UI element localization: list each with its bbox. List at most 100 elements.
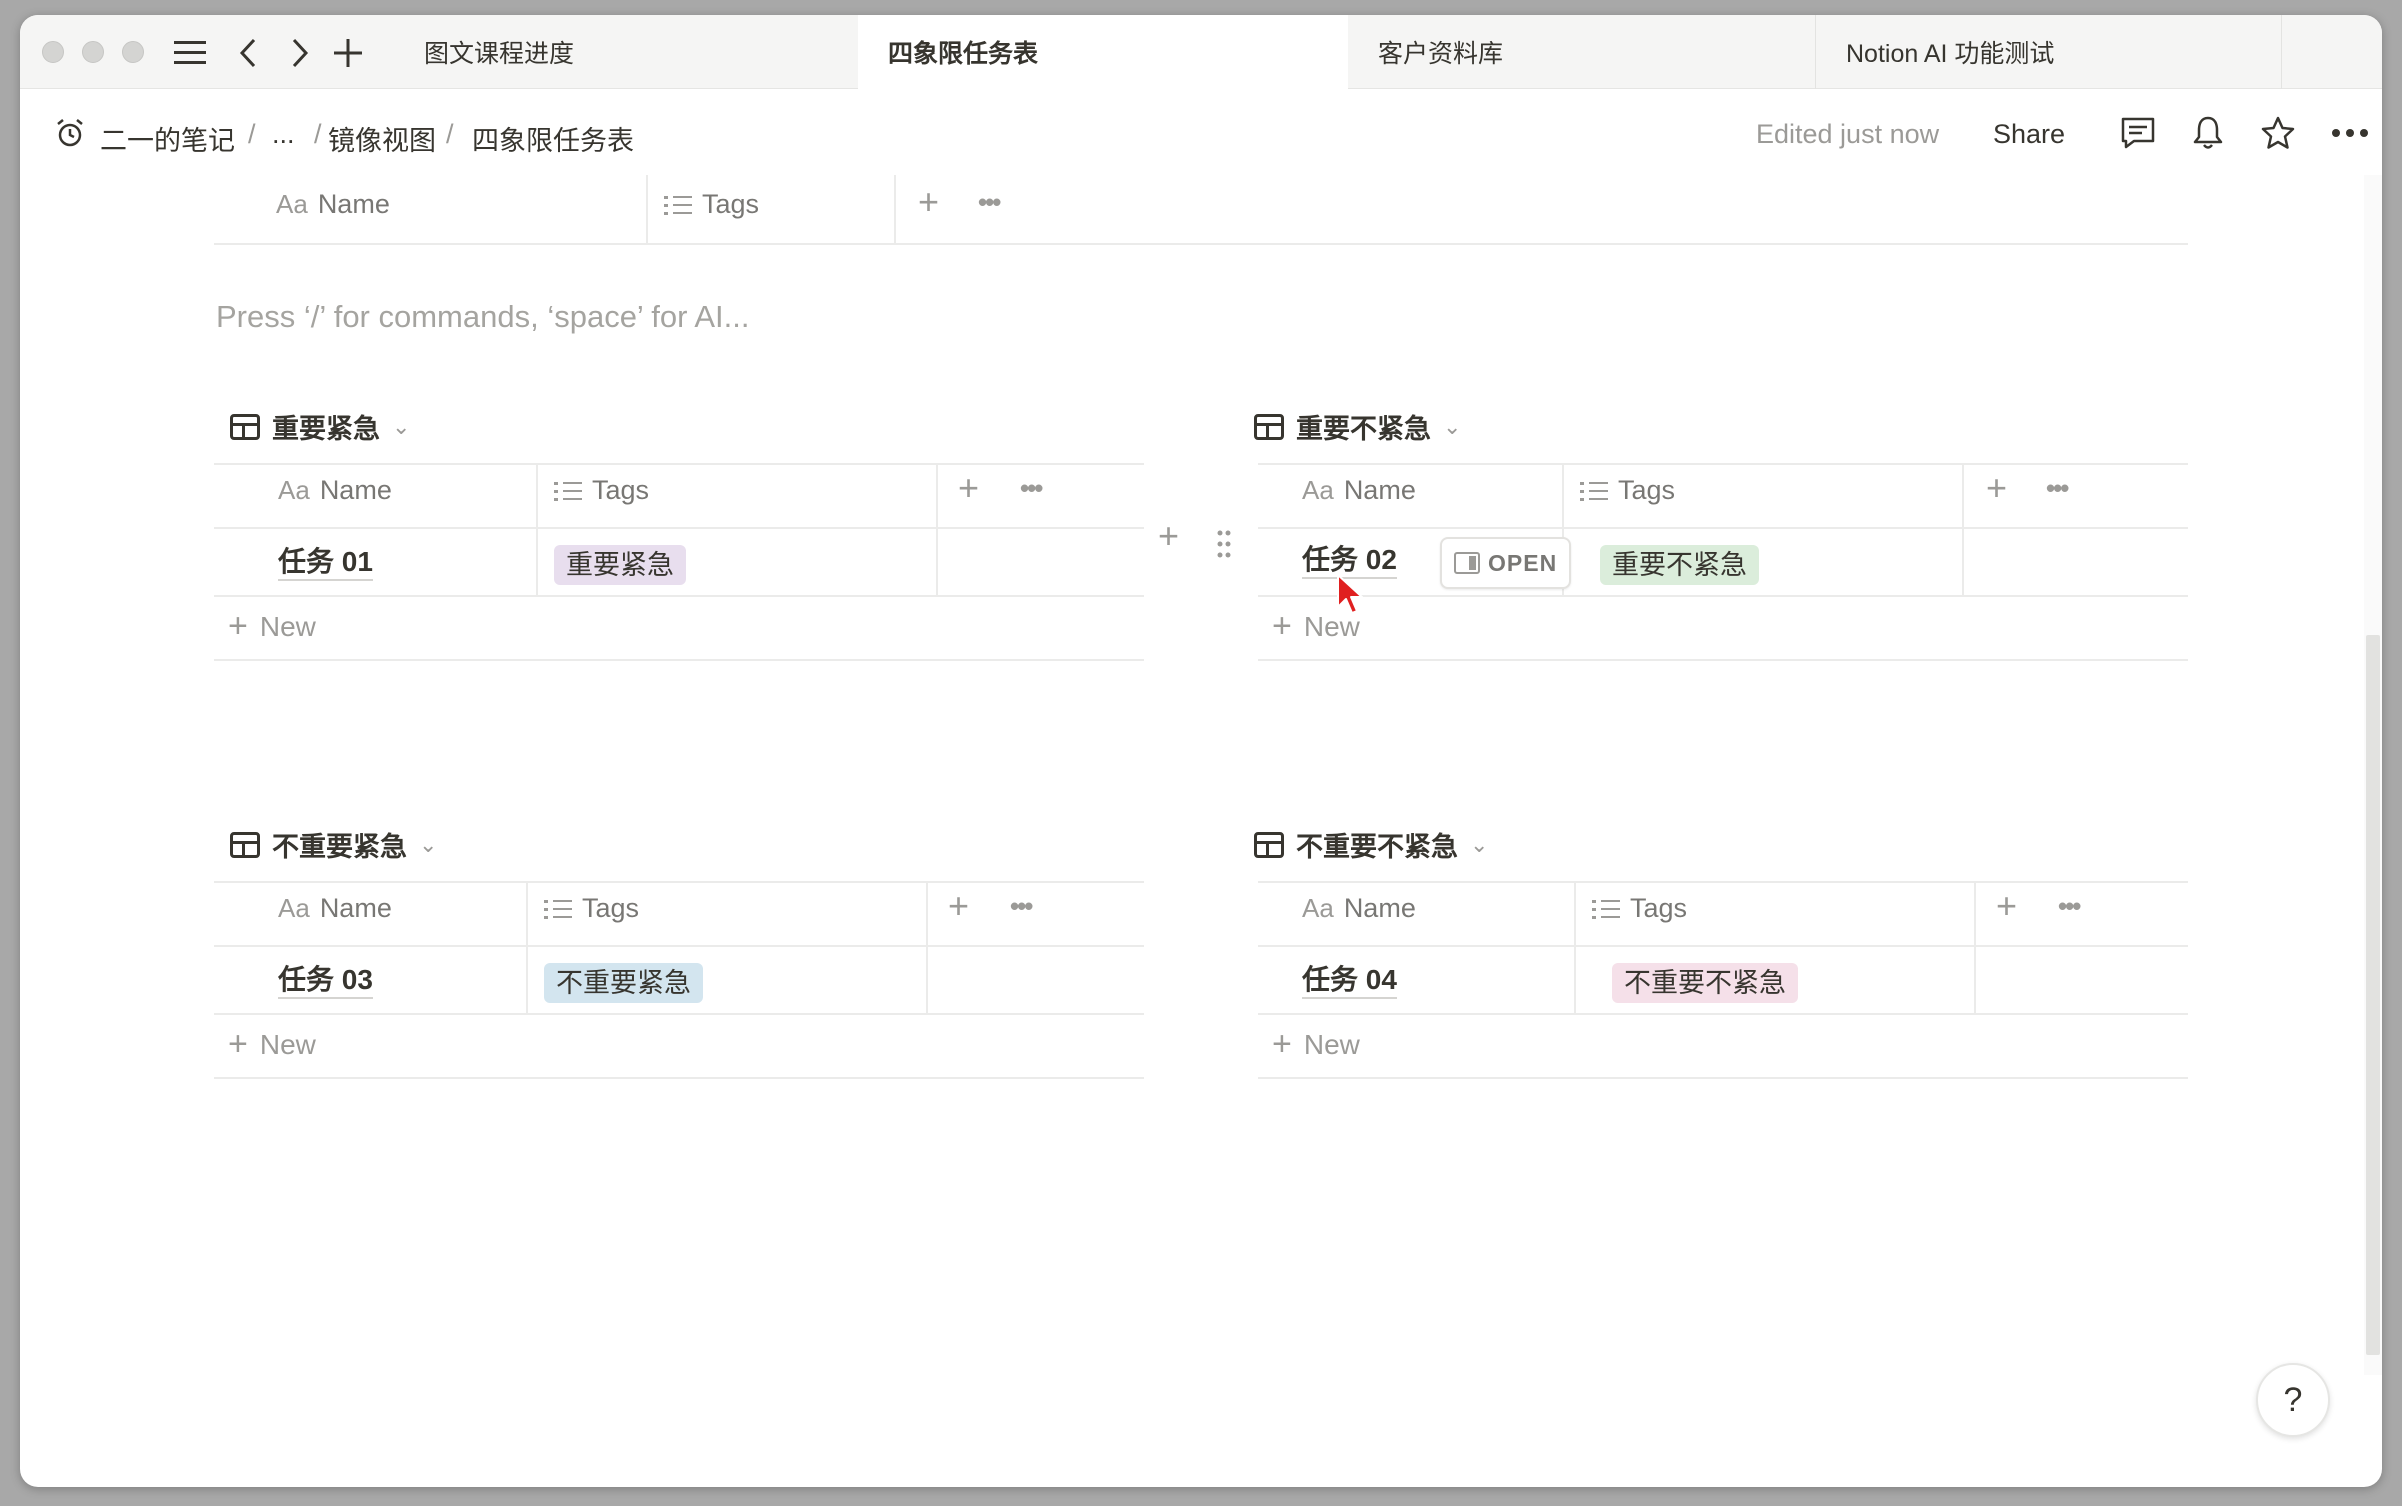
- add-property-plus-icon[interactable]: +: [1986, 467, 2007, 509]
- column-label: Name: [317, 189, 390, 219]
- divider: [1258, 881, 2188, 883]
- divider: [1258, 527, 2188, 529]
- chevron-down-icon: ⌄: [1470, 831, 1489, 857]
- column-header-name[interactable]: Aa Name: [276, 189, 390, 220]
- breadcrumb-separator: /: [314, 119, 322, 149]
- column-label: Name: [1343, 475, 1416, 505]
- tab-label: 图文课程进度: [424, 40, 575, 68]
- more-icon[interactable]: •••: [2046, 473, 2069, 504]
- help-button[interactable]: ?: [2256, 1363, 2330, 1437]
- column-label: Name: [319, 475, 392, 505]
- drag-handle-icon[interactable]: [1216, 529, 1232, 559]
- breadcrumb-current-page[interactable]: 四象限任务表: [472, 119, 634, 158]
- more-icon[interactable]: •••: [978, 187, 1001, 218]
- view-title-not-important-not-urgent[interactable]: 不重要不紧急 ⌄: [1254, 825, 1488, 864]
- view-title-label: 重要紧急: [272, 414, 380, 444]
- more-options-icon[interactable]: [2326, 109, 2374, 157]
- tab-course-progress[interactable]: 图文课程进度: [394, 15, 874, 89]
- new-row-button[interactable]: + New: [228, 607, 316, 646]
- zoom-window-button[interactable]: [122, 41, 144, 63]
- more-icon[interactable]: •••: [2058, 891, 2081, 922]
- minimize-window-button[interactable]: [82, 41, 104, 63]
- column-header-name[interactable]: Aa Name: [1302, 893, 1416, 924]
- add-row-plus-icon[interactable]: +: [1158, 515, 1179, 557]
- alarm-clock-icon[interactable]: [46, 109, 94, 157]
- divider: [1258, 659, 2188, 661]
- view-title-urgent-important[interactable]: 重要紧急 ⌄: [230, 407, 410, 446]
- add-property-plus-icon[interactable]: +: [918, 181, 939, 223]
- plus-icon: +: [228, 1025, 248, 1063]
- mouse-cursor-icon: [1336, 573, 1366, 617]
- sidebar-menu-icon[interactable]: [170, 33, 210, 73]
- bell-icon[interactable]: [2184, 109, 2232, 157]
- multi-select-icon: [554, 480, 582, 502]
- view-title-label: 不重要不紧急: [1296, 832, 1458, 862]
- share-button[interactable]: Share: [1993, 119, 2065, 150]
- scrollbar-thumb[interactable]: [2366, 635, 2380, 1355]
- breadcrumb-ellipsis[interactable]: ...: [272, 119, 295, 150]
- column-header-name[interactable]: Aa Name: [278, 893, 392, 924]
- tab-quadrant-tasks[interactable]: 四象限任务表: [858, 15, 1348, 89]
- tab-label: 客户资料库: [1378, 40, 1504, 68]
- row-title-task-04[interactable]: 任务 04: [1302, 963, 1397, 999]
- tag-important-not-urgent[interactable]: 重要不紧急: [1600, 545, 1759, 585]
- tag-urgent-not-important[interactable]: 不重要紧急: [544, 963, 703, 1003]
- table-icon: [230, 831, 260, 858]
- text-property-icon: Aa: [276, 189, 308, 219]
- divider: [1258, 463, 2188, 465]
- column-divider: [1574, 881, 1576, 1015]
- row-title-task-03[interactable]: 任务 03: [278, 963, 373, 999]
- forward-arrow-icon[interactable]: [280, 33, 320, 73]
- back-arrow-icon[interactable]: [228, 33, 268, 73]
- divider: [214, 463, 1144, 465]
- view-title-urgent-not-important[interactable]: 不重要紧急 ⌄: [230, 825, 437, 864]
- column-divider: [646, 175, 648, 245]
- view-title-important-not-urgent[interactable]: 重要不紧急 ⌄: [1254, 407, 1461, 446]
- tag-urgent-important[interactable]: 重要紧急: [554, 545, 686, 585]
- text-property-icon: Aa: [278, 475, 310, 505]
- breadcrumb-workspace[interactable]: 二一的笔记: [100, 119, 235, 158]
- new-row-button[interactable]: + New: [228, 1025, 316, 1064]
- add-property-plus-icon[interactable]: +: [1996, 885, 2017, 927]
- column-header-name[interactable]: Aa Name: [1302, 475, 1416, 506]
- tab-client-database[interactable]: 客户资料库: [1348, 15, 1816, 89]
- new-row-button[interactable]: + New: [1272, 1025, 1360, 1064]
- column-label: Name: [1343, 893, 1416, 923]
- table-icon: [230, 413, 260, 440]
- column-header-tags[interactable]: Tags: [1592, 893, 1687, 924]
- star-icon[interactable]: [2254, 109, 2302, 157]
- text-property-icon: Aa: [1302, 893, 1334, 923]
- more-icon[interactable]: •••: [1020, 473, 1043, 504]
- open-in-side-peek-icon: [1454, 552, 1480, 574]
- column-header-tags[interactable]: Tags: [664, 189, 759, 220]
- tab-notion-ai-test[interactable]: Notion AI 功能测试: [1816, 15, 2282, 89]
- row-title-task-01[interactable]: 任务 01: [278, 545, 373, 581]
- column-header-name[interactable]: Aa Name: [278, 475, 392, 506]
- comment-icon[interactable]: [2114, 109, 2162, 157]
- open-page-button[interactable]: OPEN: [1440, 537, 1572, 589]
- multi-select-icon: [544, 898, 572, 920]
- more-icon[interactable]: •••: [1010, 891, 1033, 922]
- tag-not-important-not-urgent[interactable]: 不重要不紧急: [1612, 963, 1798, 1003]
- table-icon: [1254, 831, 1284, 858]
- column-divider: [1974, 881, 1976, 1015]
- column-header-tags[interactable]: Tags: [554, 475, 649, 506]
- block-placeholder[interactable]: Press ‘/’ for commands, ‘space’ for AI..…: [216, 299, 750, 335]
- add-property-plus-icon[interactable]: +: [948, 885, 969, 927]
- close-window-button[interactable]: [42, 41, 64, 63]
- multi-select-icon: [1580, 480, 1608, 502]
- breadcrumb-mirror-view[interactable]: 镜像视图: [328, 119, 436, 158]
- plus-icon: +: [1272, 607, 1292, 645]
- tab-bar: 图文课程进度 四象限任务表 客户资料库 Notion AI 功能测试: [20, 15, 2382, 89]
- column-divider: [936, 463, 938, 597]
- divider: [214, 527, 1144, 529]
- tab-label: Notion AI 功能测试: [1846, 40, 2055, 68]
- add-property-plus-icon[interactable]: +: [958, 467, 979, 509]
- divider: [214, 1077, 1144, 1079]
- column-divider: [526, 881, 528, 1015]
- column-divider: [1962, 463, 1964, 597]
- new-tab-plus-icon[interactable]: [328, 33, 368, 73]
- column-header-tags[interactable]: Tags: [1580, 475, 1675, 506]
- divider: [214, 1013, 1144, 1015]
- column-header-tags[interactable]: Tags: [544, 893, 639, 924]
